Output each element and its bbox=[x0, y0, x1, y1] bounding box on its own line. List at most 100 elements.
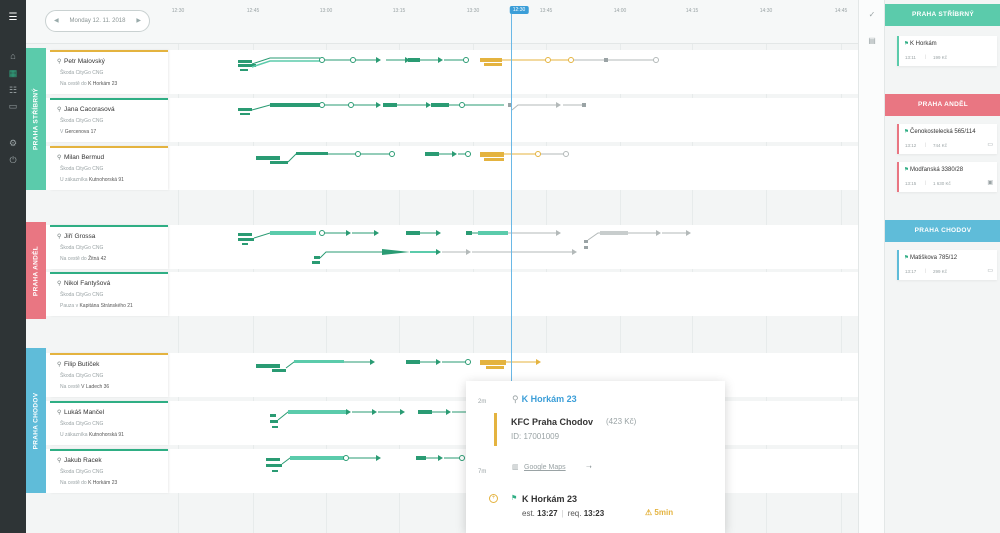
google-maps-link[interactable]: Google Maps bbox=[524, 464, 566, 471]
order-card[interactable]: ⚑ Čenokostelecká 565/114 13:12 | 744 Kč … bbox=[897, 124, 997, 154]
driver-car: Škoda CityGo CNG bbox=[60, 469, 104, 475]
timeline-icon[interactable]: ▦ bbox=[7, 67, 19, 79]
table-row[interactable]: ⚲ Jiří Grossa Škoda CityGo CNG Na cestě … bbox=[46, 225, 858, 269]
warning-text: 5min bbox=[654, 508, 674, 517]
table-row[interactable]: ⚲ Petr Malovský Škoda CityGo CNG Na cest… bbox=[46, 50, 858, 94]
status-place: Gercenova 17 bbox=[64, 129, 97, 135]
settings-icon[interactable]: ⚙ bbox=[7, 137, 19, 149]
status-place: Kapitána Stránského 21 bbox=[79, 303, 133, 309]
location-pin-icon: ⚲ bbox=[57, 59, 62, 65]
region-name: PRAHA STŘÍBRNÝ bbox=[32, 87, 40, 151]
stop-detail-popup[interactable]: 2m ⚲ K Horkám 23 KFC Praha Chodov (423 Kč… bbox=[466, 381, 725, 533]
driver-card[interactable]: ⚲ Petr Malovský Škoda CityGo CNG Na cest… bbox=[50, 50, 168, 94]
driver-card[interactable]: ⚲ Milan Bermud Škoda CityGo CNG U zákazn… bbox=[50, 146, 168, 190]
flag-icon: ⚑ bbox=[904, 255, 909, 261]
status-place: Kutnohorská 91 bbox=[88, 432, 124, 438]
region-band-andel: PRAHA ANDĚL bbox=[26, 222, 46, 319]
location-pin-icon: ⚲ bbox=[57, 410, 62, 416]
status-prefix: U zákazníka bbox=[60, 177, 88, 183]
location-pin-icon: ⚲ bbox=[57, 234, 62, 240]
order-price: 299 Kč bbox=[933, 269, 948, 274]
table-row[interactable]: ⚲ Milan Bermud Škoda CityGo CNG U zákazn… bbox=[46, 146, 858, 190]
date-picker[interactable]: ◀ Monday 12. 11. 2018 ▶ bbox=[45, 10, 150, 32]
check-icon[interactable]: ✓ bbox=[867, 10, 877, 20]
driver-car: Škoda CityGo CNG bbox=[60, 292, 104, 298]
status-place: K Horkám 23 bbox=[88, 81, 118, 87]
driver-name: Jana Cacorasová bbox=[64, 106, 115, 113]
region-band-chodov: PRAHA CHODOV bbox=[26, 348, 46, 493]
driver-status: V Gercenova 17 bbox=[60, 129, 96, 135]
driver-card[interactable]: ⚲ Nikol Fantyšová Škoda CityGo CNG Pauza… bbox=[50, 272, 168, 316]
date-label: Monday 12. 11. 2018 bbox=[69, 18, 126, 24]
table-row[interactable]: ⚲ Filip Butíček Škoda CityGo CNG Na cest… bbox=[46, 353, 858, 397]
region-name: PRAHA ANDĚL bbox=[32, 245, 40, 296]
document-icon[interactable]: ▤ bbox=[867, 36, 877, 46]
driver-card[interactable]: ⚲ Jakub Racek Škoda CityGo CNG Na cestě … bbox=[50, 449, 168, 493]
location-pin-icon: ⚲ bbox=[57, 458, 62, 464]
warning-icon: ⚠ bbox=[645, 508, 653, 517]
driver-car: Škoda CityGo CNG bbox=[60, 421, 104, 427]
order-price: 1 630 Kč bbox=[933, 181, 951, 186]
destination-address: K Horkám 23 bbox=[522, 494, 578, 504]
timeline-header: ◀ Monday 12. 11. 2018 ▶ 12:30 12:45 13:0… bbox=[26, 0, 858, 44]
table-row[interactable]: ⚲ Lukáš Mančel Škoda CityGo CNG U zákazn… bbox=[46, 401, 858, 445]
order-address: K Horkám bbox=[910, 41, 937, 47]
tick-label: 13:15 bbox=[392, 8, 406, 14]
order-price: (423 Kč) bbox=[606, 417, 637, 426]
driver-status: Na cestě V Ladech 36 bbox=[60, 384, 109, 390]
popup-title: ⚲ K Horkám 23 bbox=[512, 394, 577, 405]
tick-label: 13:00 bbox=[319, 8, 333, 14]
driver-status: Na cestě do K Horkám 23 bbox=[60, 480, 117, 486]
order-card[interactable]: ⚑ Matiškova 785/12 13:17 | 299 Kč ▭ bbox=[897, 250, 997, 280]
order-card[interactable]: ⚑ K Horkám 13:11 | 199 Kč bbox=[897, 36, 997, 66]
req-value: 13:23 bbox=[583, 509, 605, 518]
tick-label: 14:45 bbox=[834, 8, 848, 14]
location-pin-icon: ⚲ bbox=[57, 362, 62, 368]
order-card[interactable]: ⚑ Modřanská 3380/28 13:15 | 1 630 Kč ▣ bbox=[897, 162, 997, 192]
driver-name: Nikol Fantyšová bbox=[64, 280, 111, 287]
status-prefix: Na cestě do bbox=[60, 480, 87, 486]
card-icon[interactable]: ▭ bbox=[7, 100, 19, 112]
right-toolbar: ✓ ▤ bbox=[858, 0, 884, 533]
table-row[interactable]: ⚲ Nikol Fantyšová Škoda CityGo CNG Pauza… bbox=[46, 272, 858, 316]
next-day-icon[interactable]: ▶ bbox=[136, 17, 141, 24]
table-row[interactable]: ⚲ Jana Cacorasová Škoda CityGo CNG V Ger… bbox=[46, 98, 858, 142]
driver-name: Petr Malovský bbox=[64, 58, 105, 65]
plus-icon[interactable]: + bbox=[489, 494, 498, 503]
driver-status: Na cestě do Žitná 42 bbox=[60, 256, 106, 262]
panel-region-header: PRAHA STŘÍBRNÝ bbox=[885, 4, 1000, 26]
separator: | bbox=[925, 180, 927, 185]
order-time: 13:11 bbox=[905, 55, 916, 60]
order-address: Matiškova 785/12 bbox=[910, 255, 958, 261]
table-row[interactable]: ⚲ Jakub Racek Škoda CityGo CNG Na cestě … bbox=[46, 449, 858, 493]
driver-card[interactable]: ⚲ Jiří Grossa Škoda CityGo CNG Na cestě … bbox=[50, 225, 168, 269]
tick-label: 13:30 bbox=[466, 8, 480, 14]
orders-panel: PRAHA STŘÍBRNÝ ⚑ K Horkám 13:11 | 199 Kč… bbox=[884, 0, 1000, 533]
driver-card[interactable]: ⚲ Lukáš Mančel Škoda CityGo CNG U zákazn… bbox=[50, 401, 168, 445]
dispatch-app: ☰ ⌂ ▦ ☷ ▭ ⚙ ⏻ ◀ Monday 12. 11. 2018 ▶ 12… bbox=[0, 0, 1000, 533]
driver-status: Na cestě do K Horkám 23 bbox=[60, 81, 117, 87]
delay-warning: ⚠ 5min bbox=[645, 508, 673, 517]
tick-label: 14:30 bbox=[759, 8, 773, 14]
driver-status: Pauza v Kapitána Stránského 21 bbox=[60, 303, 133, 309]
order-address: Čenokostelecká 565/114 bbox=[910, 129, 976, 135]
driver-car: Škoda CityGo CNG bbox=[60, 373, 104, 379]
driver-card[interactable]: ⚲ Filip Butíček Škoda CityGo CNG Na cest… bbox=[50, 353, 168, 397]
tick-label: 14:00 bbox=[613, 8, 627, 14]
power-icon[interactable]: ⏻ bbox=[7, 154, 19, 166]
location-pin-icon: ⚲ bbox=[57, 155, 62, 161]
order-id: ID: 17001009 bbox=[511, 432, 560, 441]
location-pin-icon: ⚲ bbox=[57, 107, 62, 113]
location-pin-icon: ⚲ bbox=[512, 394, 519, 404]
list-icon[interactable]: ☷ bbox=[7, 84, 19, 96]
separator: | bbox=[561, 509, 564, 518]
restaurant-name: KFC Praha Chodov bbox=[511, 417, 594, 427]
arrow-right-icon[interactable]: ➝ bbox=[586, 463, 592, 471]
popup-title-text: K Horkám 23 bbox=[521, 394, 577, 404]
driver-card[interactable]: ⚲ Jana Cacorasová Škoda CityGo CNG V Ger… bbox=[50, 98, 168, 142]
home-icon[interactable]: ⌂ bbox=[7, 50, 19, 62]
flag-icon: ⚑ bbox=[904, 129, 909, 135]
separator: | bbox=[925, 142, 927, 147]
driver-status: U zákazníka Kutnohorská 91 bbox=[60, 432, 124, 438]
menu-icon[interactable]: ☰ bbox=[7, 12, 19, 24]
